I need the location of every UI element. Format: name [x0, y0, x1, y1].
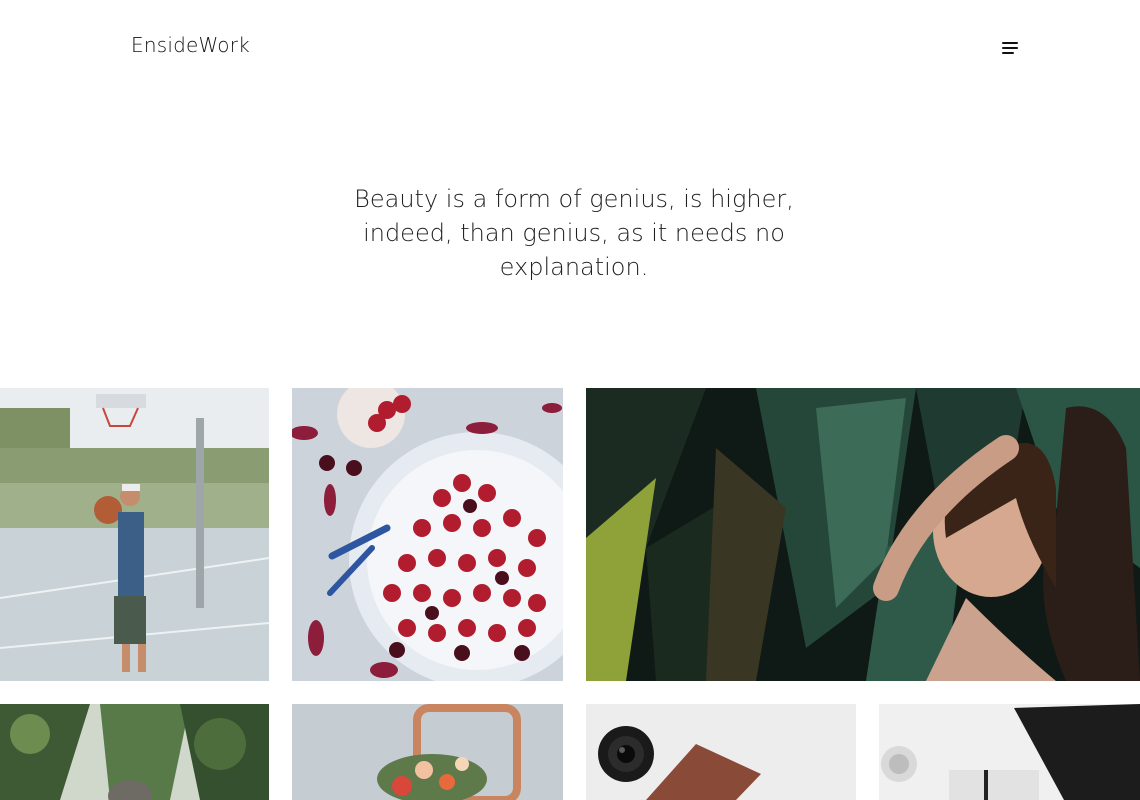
gallery-item-flowers-chair[interactable] [292, 704, 563, 800]
flowers-chair-image [292, 704, 563, 800]
gallery-item-woman-palm-leaves[interactable] [586, 388, 1140, 681]
camera-lens-book-image [586, 704, 856, 800]
woman-palm-leaves-image [586, 388, 1140, 681]
gallery-item-cherries-plate[interactable] [292, 388, 563, 681]
gallery-item-basketball-player[interactable] [0, 388, 269, 681]
site-header: EnsideWork [0, 0, 1140, 90]
basketball-player-image [0, 388, 269, 681]
gallery-item-camera-lens-book[interactable] [586, 704, 856, 800]
hamburger-menu-icon[interactable] [998, 36, 1024, 60]
cherries-plate-image [292, 388, 563, 681]
plants-greenhouse-image [0, 704, 269, 800]
gallery-item-studio-light[interactable] [879, 704, 1140, 800]
hero-quote: Beauty is a form of genius, is higher, i… [354, 185, 794, 281]
gallery-item-plants-greenhouse[interactable] [0, 704, 269, 800]
site-logo[interactable]: EnsideWork [131, 33, 250, 57]
studio-light-image [879, 704, 1140, 800]
